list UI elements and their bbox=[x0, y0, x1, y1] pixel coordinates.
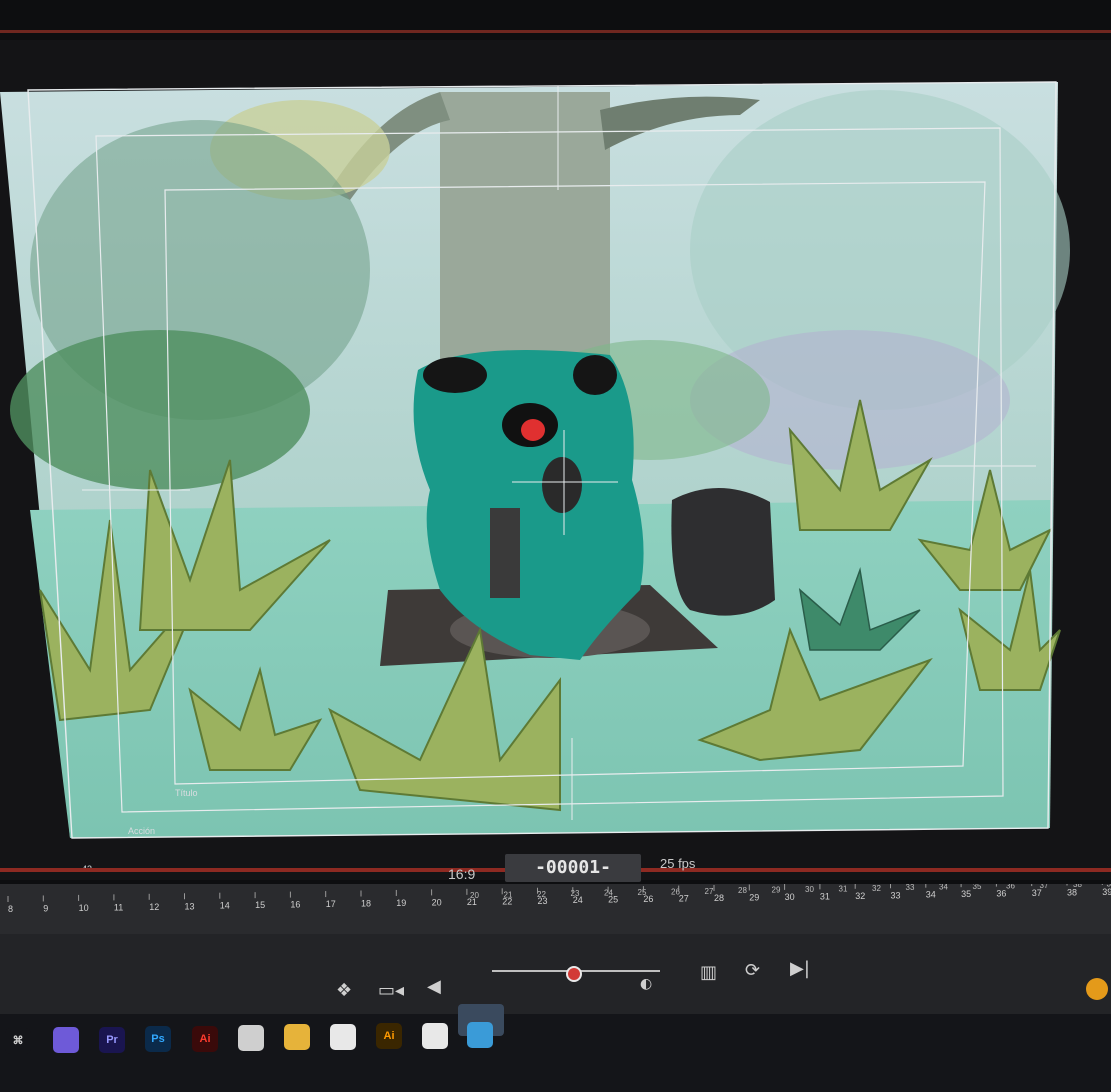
ruler-label-upper: 36 bbox=[1006, 884, 1015, 890]
ruler-label: 20 bbox=[432, 897, 442, 907]
ruler-label: 38 bbox=[1067, 888, 1077, 898]
ruler-label-upper: 32 bbox=[872, 884, 881, 893]
ruler-label: 27 bbox=[679, 894, 689, 904]
ruler-label: 35 bbox=[961, 889, 971, 899]
playback-slider-knob[interactable] bbox=[566, 966, 582, 982]
folder-icon[interactable] bbox=[284, 1024, 310, 1051]
notification-icon[interactable] bbox=[1086, 978, 1108, 1000]
top-divider bbox=[0, 30, 1111, 33]
ruler-label-upper: 31 bbox=[839, 884, 848, 893]
onion-skin-icon[interactable]: ❖ bbox=[336, 980, 352, 1001]
chrome-icon-2[interactable] bbox=[422, 1022, 448, 1049]
fps-label[interactable]: 25 fps bbox=[660, 856, 695, 871]
ruler-label: 13 bbox=[185, 901, 195, 911]
illustrator-icon[interactable]: Ai bbox=[376, 1023, 402, 1050]
frame-ruler[interactable]: 2021222324252627282930313233343536373839… bbox=[0, 884, 1111, 934]
ruler-label-upper: 34 bbox=[939, 884, 948, 892]
ruler-label: 16 bbox=[290, 900, 300, 910]
ruler-label: 25 bbox=[608, 895, 618, 905]
aspect-ratio-label[interactable]: 16:9 bbox=[448, 866, 475, 882]
ruler-label: 34 bbox=[926, 890, 936, 900]
ruler-label: 8 bbox=[8, 904, 13, 914]
task-view-icon[interactable]: ⌘ bbox=[5, 1028, 31, 1054]
tree-trunk bbox=[440, 92, 610, 392]
play-end-icon[interactable]: ▶| bbox=[790, 958, 810, 979]
ruler-label: 28 bbox=[714, 893, 724, 903]
black-pouch bbox=[671, 487, 775, 616]
ruler-label-upper: 35 bbox=[973, 884, 982, 891]
ruler-label: 26 bbox=[643, 894, 653, 904]
files-icon[interactable] bbox=[238, 1025, 264, 1051]
transport-bar bbox=[0, 934, 1111, 1014]
ruler-label-upper: 33 bbox=[906, 884, 915, 892]
toggle-icon[interactable]: ◐ bbox=[640, 976, 652, 992]
chrome-icon[interactable] bbox=[330, 1023, 356, 1050]
copilot-icon[interactable] bbox=[53, 1027, 79, 1054]
action-safe-label: Acción bbox=[128, 826, 156, 836]
ruler-ticks: 2021222324252627282930313233343536373839… bbox=[7, 884, 1111, 914]
premiere-icon[interactable]: Pr bbox=[99, 1026, 125, 1053]
ruler-label: 31 bbox=[820, 891, 830, 901]
ruler-label: 29 bbox=[749, 892, 759, 902]
loop-icon[interactable]: ⟳ bbox=[745, 960, 760, 981]
camera-icon[interactable]: ▭◂ bbox=[378, 980, 404, 1001]
ruler-label: 19 bbox=[396, 898, 406, 908]
title-safe-label: Título bbox=[175, 788, 198, 798]
ruler-label: 21 bbox=[467, 897, 477, 907]
frame-strip-icon[interactable]: ▥ bbox=[700, 962, 717, 983]
ruler-label: 11 bbox=[114, 902, 123, 912]
ruler-label: 24 bbox=[573, 895, 583, 905]
step-back-icon[interactable]: ◀ bbox=[427, 976, 441, 997]
ruler-label-upper: 29 bbox=[772, 886, 781, 895]
ruler-label: 32 bbox=[855, 891, 865, 901]
ruler-label: 22 bbox=[502, 896, 512, 906]
ruler-label: 37 bbox=[1032, 888, 1042, 898]
stopmotion-app-icon[interactable] bbox=[467, 1022, 493, 1048]
ruler-label: 23 bbox=[538, 896, 548, 906]
ruler-label: 14 bbox=[220, 901, 230, 911]
ruler-label: 36 bbox=[996, 889, 1006, 899]
viewer-frame bbox=[0, 81, 1070, 839]
ruler-label: 18 bbox=[361, 899, 371, 909]
ruler-label-upper: 28 bbox=[738, 886, 747, 895]
ruler-label-upper: 27 bbox=[705, 887, 714, 896]
ruler-label: 15 bbox=[255, 900, 265, 910]
photoshop-icon[interactable]: Ps bbox=[145, 1026, 171, 1053]
acrobat-icon[interactable]: Ai bbox=[192, 1025, 218, 1052]
ruler-label: 12 bbox=[149, 902, 159, 912]
ruler-label: 17 bbox=[326, 899, 336, 909]
ruler-label: 39 bbox=[1102, 887, 1111, 897]
ruler-label: 10 bbox=[79, 903, 89, 913]
timecode-field[interactable]: -00001- bbox=[505, 854, 641, 882]
ruler-label-upper: 30 bbox=[805, 885, 814, 894]
ruler-label: 9 bbox=[43, 903, 48, 913]
monitor-screen: Título Acción 43 16:9 -00001- 25 fps 202… bbox=[0, 0, 1111, 1092]
ruler-label: 33 bbox=[891, 890, 901, 900]
ruler-label: 30 bbox=[785, 892, 795, 902]
